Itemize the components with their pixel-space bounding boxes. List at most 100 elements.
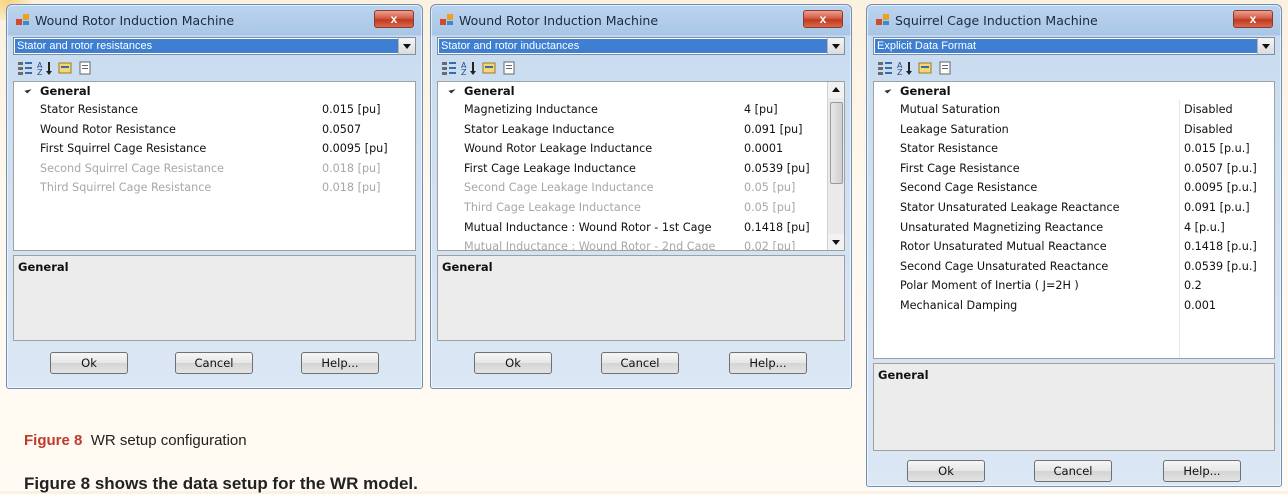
property-row[interactable]: Second Cage Resistance 0.0095 [p.u.] bbox=[874, 178, 1274, 198]
app-icon bbox=[16, 14, 29, 25]
property-row[interactable]: Stator Resistance 0.015 [p.u.] bbox=[874, 139, 1274, 159]
group-header[interactable]: General bbox=[14, 82, 415, 100]
description-title: General bbox=[878, 368, 929, 382]
collapse-triangle-icon[interactable] bbox=[448, 86, 456, 94]
category-select-value: Explicit Data Format bbox=[875, 39, 1257, 53]
app-icon bbox=[876, 14, 889, 25]
property-grid: General Magnetizing Inductance 4 [pu] Sta… bbox=[437, 81, 845, 251]
collapse-triangle-icon[interactable] bbox=[884, 86, 892, 94]
collapse-triangle-icon[interactable] bbox=[24, 86, 32, 94]
property-row[interactable]: Mutual Saturation Disabled bbox=[874, 100, 1274, 120]
properties-icon[interactable] bbox=[917, 60, 933, 76]
help-button[interactable]: Help... bbox=[301, 352, 379, 374]
title-bar[interactable]: Wound Rotor Induction Machine x bbox=[437, 5, 845, 37]
property-row[interactable]: First Cage Leakage Inductance 0.0539 [pu] bbox=[438, 159, 844, 179]
property-row[interactable]: Magnetizing Inductance 4 [pu] bbox=[438, 100, 844, 120]
description-pane: General bbox=[13, 255, 416, 341]
sort-alphabetical-icon[interactable]: AZ bbox=[37, 60, 53, 76]
property-grid: General Stator Resistance 0.015 [pu] Woun… bbox=[13, 81, 416, 251]
group-header[interactable]: General bbox=[874, 82, 1274, 100]
button-row: Ok Cancel Help... bbox=[437, 341, 845, 381]
property-toolbar: AZ bbox=[437, 55, 845, 81]
property-pages-icon[interactable] bbox=[937, 60, 953, 76]
property-row[interactable]: Rotor Unsaturated Mutual Reactance 0.1418… bbox=[874, 237, 1274, 257]
property-row[interactable]: First Cage Resistance 0.0507 [p.u.] bbox=[874, 159, 1274, 179]
description-pane: General bbox=[873, 363, 1275, 451]
properties-icon[interactable] bbox=[481, 60, 497, 76]
ok-button[interactable]: Ok bbox=[474, 352, 552, 374]
category-select[interactable]: Stator and rotor inductances bbox=[437, 37, 845, 55]
chevron-down-icon[interactable] bbox=[398, 38, 415, 54]
category-select[interactable]: Explicit Data Format bbox=[873, 37, 1275, 55]
svg-text:Z: Z bbox=[37, 68, 43, 76]
property-row-disabled: Third Cage Leakage Inductance 0.05 [pu] bbox=[464, 200, 796, 214]
window-title: Wound Rotor Induction Machine bbox=[35, 13, 235, 28]
close-button[interactable]: x bbox=[1233, 10, 1273, 28]
property-row[interactable]: Second Cage Unsaturated Reactance 0.0539 … bbox=[874, 257, 1274, 277]
title-bar[interactable]: Wound Rotor Induction Machine x bbox=[13, 5, 416, 37]
scroll-down-icon[interactable] bbox=[828, 234, 844, 250]
property-row-disabled: Third Squirrel Cage Resistance 0.018 [pu] bbox=[40, 181, 381, 195]
scroll-thumb[interactable] bbox=[830, 102, 843, 184]
sort-alphabetical-icon[interactable]: AZ bbox=[897, 60, 913, 76]
title-bar[interactable]: Squirrel Cage Induction Machine x bbox=[873, 5, 1275, 37]
cancel-button[interactable]: Cancel bbox=[1034, 460, 1112, 482]
categorized-icon[interactable] bbox=[17, 60, 33, 76]
close-icon: x bbox=[1249, 12, 1257, 26]
figure-caption-text: WR setup configuration bbox=[90, 432, 247, 449]
wound-rotor-inductances-dialog: Wound Rotor Induction Machine x Stator a… bbox=[430, 4, 852, 389]
property-toolbar: AZ bbox=[873, 55, 1275, 81]
description-title: General bbox=[18, 260, 69, 274]
property-row[interactable]: Wound Rotor Leakage Inductance 0.0001 bbox=[438, 139, 844, 159]
button-row: Ok Cancel Help... bbox=[13, 341, 416, 381]
close-icon: x bbox=[819, 12, 827, 26]
property-toolbar: AZ bbox=[13, 55, 416, 81]
property-row[interactable]: Mechanical Damping 0.001 bbox=[874, 296, 1274, 316]
body-text: Figure 8 shows the data setup for the WR… bbox=[24, 474, 418, 493]
help-button[interactable]: Help... bbox=[729, 352, 807, 374]
property-row[interactable]: Leakage Saturation Disabled bbox=[874, 120, 1274, 140]
app-icon bbox=[440, 14, 453, 25]
property-pages-icon[interactable] bbox=[501, 60, 517, 76]
ok-button[interactable]: Ok bbox=[907, 460, 985, 482]
wound-rotor-resistances-dialog: Wound Rotor Induction Machine x Stator a… bbox=[6, 4, 423, 389]
svg-text:Z: Z bbox=[461, 68, 467, 76]
property-row-disabled: Second Squirrel Cage Resistance 0.018 [pu… bbox=[40, 161, 381, 175]
ok-button[interactable]: Ok bbox=[50, 352, 128, 374]
property-row[interactable]: First Squirrel Cage Resistance 0.0095 [pu… bbox=[14, 139, 415, 159]
property-row[interactable]: Stator Leakage Inductance 0.091 [pu] bbox=[438, 120, 844, 140]
categorized-icon[interactable] bbox=[877, 60, 893, 76]
property-row[interactable]: Wound Rotor Resistance 0.0507 bbox=[14, 120, 415, 140]
window-title: Wound Rotor Induction Machine bbox=[459, 13, 659, 28]
help-button[interactable]: Help... bbox=[1163, 460, 1241, 482]
categorized-icon[interactable] bbox=[441, 60, 457, 76]
vertical-scrollbar[interactable] bbox=[827, 82, 844, 250]
description-pane: General bbox=[437, 255, 845, 341]
sort-alphabetical-icon[interactable]: AZ bbox=[461, 60, 477, 76]
property-row-disabled: Mutual Inductance : Wound Rotor - 2nd Ca… bbox=[464, 240, 796, 251]
description-title: General bbox=[442, 260, 493, 274]
property-row[interactable]: Polar Moment of Inertia ( J=2H ) 0.2 bbox=[874, 276, 1274, 296]
property-row[interactable]: Stator Resistance 0.015 [pu] bbox=[14, 100, 415, 120]
property-grid: General Mutual Saturation Disabled Leakag… bbox=[873, 81, 1275, 359]
property-row[interactable]: Stator Unsaturated Leakage Reactance 0.09… bbox=[874, 198, 1274, 218]
close-button[interactable]: x bbox=[803, 10, 843, 28]
figure-caption: Figure 8 WR setup configuration bbox=[24, 432, 247, 449]
svg-text:Z: Z bbox=[897, 68, 903, 76]
cancel-button[interactable]: Cancel bbox=[175, 352, 253, 374]
property-row[interactable]: Mutual Inductance : Wound Rotor - 1st Ca… bbox=[438, 218, 844, 238]
button-row: Ok Cancel Help... bbox=[873, 451, 1275, 491]
group-header[interactable]: General bbox=[438, 82, 844, 100]
cancel-button[interactable]: Cancel bbox=[601, 352, 679, 374]
property-row[interactable]: Unsaturated Magnetizing Reactance 4 [p.u.… bbox=[874, 218, 1274, 238]
category-select[interactable]: Stator and rotor resistances bbox=[13, 37, 416, 55]
properties-icon[interactable] bbox=[57, 60, 73, 76]
scroll-up-icon[interactable] bbox=[828, 82, 844, 98]
property-pages-icon[interactable] bbox=[77, 60, 93, 76]
chevron-down-icon[interactable] bbox=[1257, 38, 1274, 54]
category-select-value: Stator and rotor inductances bbox=[439, 39, 827, 53]
chevron-down-icon[interactable] bbox=[827, 38, 844, 54]
window-title: Squirrel Cage Induction Machine bbox=[895, 13, 1098, 28]
squirrel-cage-dialog: Squirrel Cage Induction Machine x Explic… bbox=[866, 4, 1282, 487]
close-button[interactable]: x bbox=[374, 10, 414, 28]
